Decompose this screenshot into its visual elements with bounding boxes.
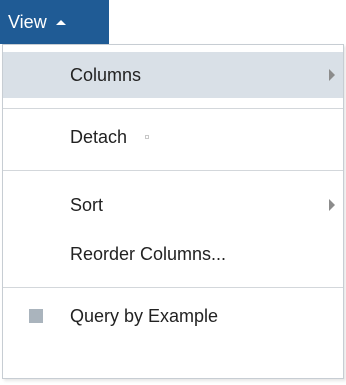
menu-separator: [3, 170, 343, 171]
menu-item-reorder-columns-label: Reorder Columns...: [70, 243, 227, 264]
detach-icon: [145, 135, 149, 139]
menu-item-detach-label: Detach: [70, 126, 128, 147]
menu-item-sort[interactable]: Sort: [3, 182, 343, 228]
menu-item-columns[interactable]: Columns: [3, 52, 343, 98]
menu-item-sort-label: Sort: [70, 194, 104, 215]
menu-item-reorder-columns[interactable]: Reorder Columns...: [3, 231, 343, 277]
view-menu-button[interactable]: View: [0, 0, 109, 44]
checkbox-icon[interactable]: [29, 309, 43, 323]
caret-up-icon: [55, 19, 66, 25]
view-menu-label: View: [8, 11, 47, 32]
menu-separator: [3, 287, 343, 288]
menu-separator: [3, 108, 343, 109]
menu-item-detach[interactable]: Detach: [3, 114, 343, 160]
menu-item-query-by-example-label: Query by Example: [70, 305, 219, 326]
view-dropdown-menu: Columns Detach Sort Reorder Columns... Q…: [2, 44, 344, 379]
submenu-arrow-icon: [329, 199, 335, 211]
submenu-arrow-icon: [329, 69, 335, 81]
menu-item-columns-label: Columns: [70, 64, 142, 85]
menu-item-query-by-example[interactable]: Query by Example: [3, 293, 343, 339]
